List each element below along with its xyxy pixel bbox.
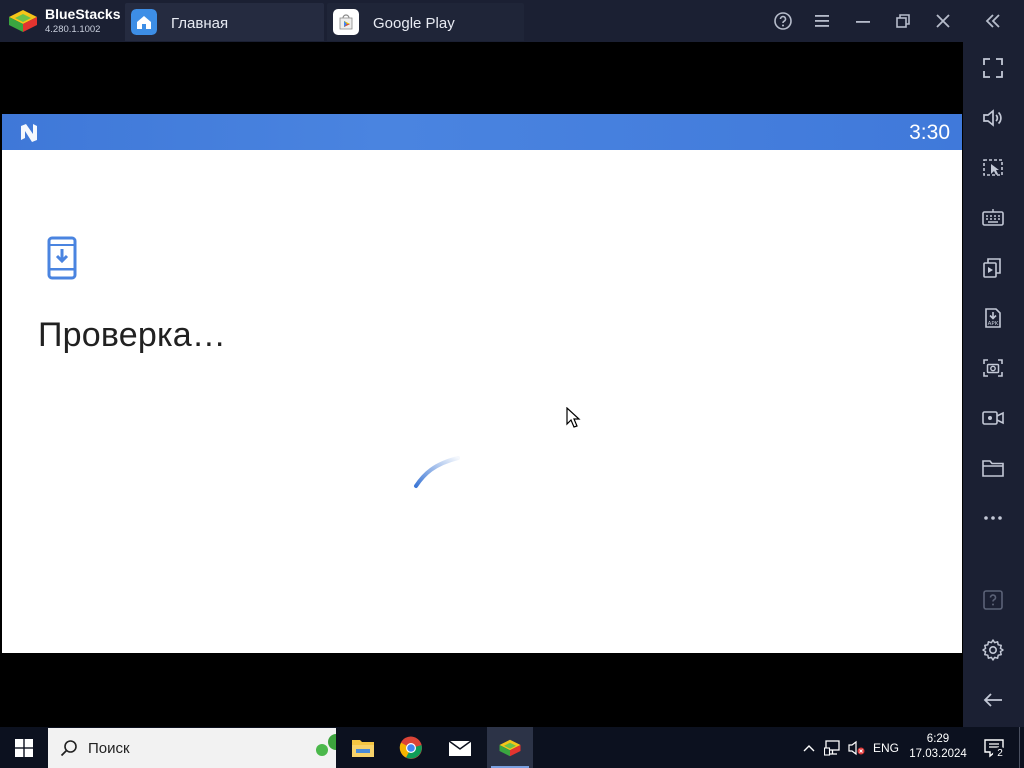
taskbar-bluestacks[interactable] xyxy=(487,727,533,768)
app-name: BlueStacks xyxy=(45,6,121,22)
close-button[interactable] xyxy=(931,9,955,33)
help-icon xyxy=(983,590,1003,610)
mouse-cursor-icon xyxy=(566,407,581,428)
windows-logo-icon xyxy=(15,738,33,757)
minimize-icon xyxy=(856,21,870,23)
volume-muted-icon xyxy=(848,740,865,755)
clock-time: 6:29 xyxy=(926,733,950,745)
fullscreen-icon xyxy=(983,58,1003,78)
volume-button[interactable] xyxy=(980,105,1006,131)
home-icon xyxy=(131,9,157,35)
volume-tray-button[interactable] xyxy=(846,727,868,768)
search-icon xyxy=(60,740,77,757)
taskbar-search[interactable]: Поиск xyxy=(48,728,336,768)
chevron-up-icon xyxy=(803,744,815,751)
network-button[interactable] xyxy=(822,727,844,768)
nougat-logo-icon xyxy=(21,124,37,142)
verification-screen: Проверка… xyxy=(2,150,962,653)
multi-instance-button[interactable] xyxy=(980,255,1006,281)
tab-google-play[interactable]: Google Play xyxy=(327,3,524,41)
play-store-icon xyxy=(333,9,359,35)
settings-icon xyxy=(982,639,1004,661)
bluestacks-icon xyxy=(499,739,521,756)
keyboard-button[interactable] xyxy=(980,205,1006,231)
record-video-button[interactable] xyxy=(980,405,1006,431)
page-title: Проверка… xyxy=(38,316,227,354)
taskbar-mail[interactable] xyxy=(437,727,483,768)
record-video-icon xyxy=(982,411,1004,425)
network-icon xyxy=(824,739,840,756)
install-apk-button[interactable]: APK xyxy=(980,305,1006,331)
help-icon xyxy=(774,12,792,30)
taskbar-chrome[interactable] xyxy=(388,727,434,768)
select-area-button[interactable] xyxy=(980,155,1006,181)
bluestacks-logo-icon xyxy=(9,10,37,32)
minimize-button[interactable] xyxy=(851,9,875,33)
keyboard-icon xyxy=(982,209,1004,226)
more-icon xyxy=(984,516,1002,520)
folder-icon xyxy=(982,460,1004,477)
restore-button[interactable] xyxy=(891,9,915,33)
right-sidebar: APK xyxy=(963,42,1024,727)
app-version: 4.280.1.1002 xyxy=(45,24,101,35)
title-bar: BlueStacks 4.280.1.1002 Главная Google P… xyxy=(0,0,1024,42)
sidebar-help-button[interactable] xyxy=(980,587,1006,613)
file-explorer-icon xyxy=(352,739,374,757)
app-brand[interactable]: BlueStacks 4.280.1.1002 xyxy=(0,0,124,42)
menu-icon xyxy=(815,15,829,27)
fullscreen-button[interactable] xyxy=(980,55,1006,81)
clock-date: 17.03.2024 xyxy=(909,748,967,760)
windows-taskbar: Поиск ENG 6:29 17.03.2024 2 xyxy=(0,727,1024,768)
multi-instance-icon xyxy=(983,258,1001,278)
show-desktop-button[interactable] xyxy=(1019,727,1020,768)
restore-icon xyxy=(896,14,910,28)
search-placeholder: Поиск xyxy=(88,740,130,757)
collapse-sidebar-icon xyxy=(985,14,1000,28)
clover-decoration-icon xyxy=(316,734,336,756)
tab-home-label: Главная xyxy=(171,15,229,32)
tab-google-play-label: Google Play xyxy=(373,15,455,32)
menu-button[interactable] xyxy=(810,9,834,33)
back-icon xyxy=(983,693,1002,707)
tab-home[interactable]: Главная xyxy=(125,3,324,41)
help-button[interactable] xyxy=(771,9,795,33)
select-area-icon xyxy=(983,159,1003,176)
settings-button[interactable] xyxy=(980,637,1006,663)
phone-download-icon xyxy=(47,236,77,280)
install-apk-icon: APK xyxy=(985,308,1001,328)
loading-spinner-icon xyxy=(414,456,460,488)
taskbar-file-explorer[interactable] xyxy=(340,727,386,768)
screenshot-icon xyxy=(983,359,1003,377)
android-display: 3:30 Проверка… xyxy=(0,42,963,727)
more-button[interactable] xyxy=(980,505,1006,531)
mail-icon xyxy=(448,739,472,756)
back-button[interactable] xyxy=(980,687,1006,713)
status-clock: 3:30 xyxy=(909,121,950,144)
show-hidden-icons-button[interactable] xyxy=(800,727,818,768)
android-status-bar: 3:30 xyxy=(2,114,962,150)
language-indicator[interactable]: ENG xyxy=(870,727,902,768)
notification-count: 2 xyxy=(993,747,1007,761)
close-icon xyxy=(936,14,950,28)
screenshot-button[interactable] xyxy=(980,355,1006,381)
start-button[interactable] xyxy=(0,727,48,768)
volume-icon xyxy=(983,109,1002,127)
collapse-sidebar-button[interactable] xyxy=(981,9,1005,33)
language-label: ENG xyxy=(872,740,899,755)
clock[interactable]: 6:29 17.03.2024 xyxy=(905,732,971,762)
svg-text:APK: APK xyxy=(988,321,999,327)
chrome-icon xyxy=(399,736,422,759)
folder-button[interactable] xyxy=(980,455,1006,481)
